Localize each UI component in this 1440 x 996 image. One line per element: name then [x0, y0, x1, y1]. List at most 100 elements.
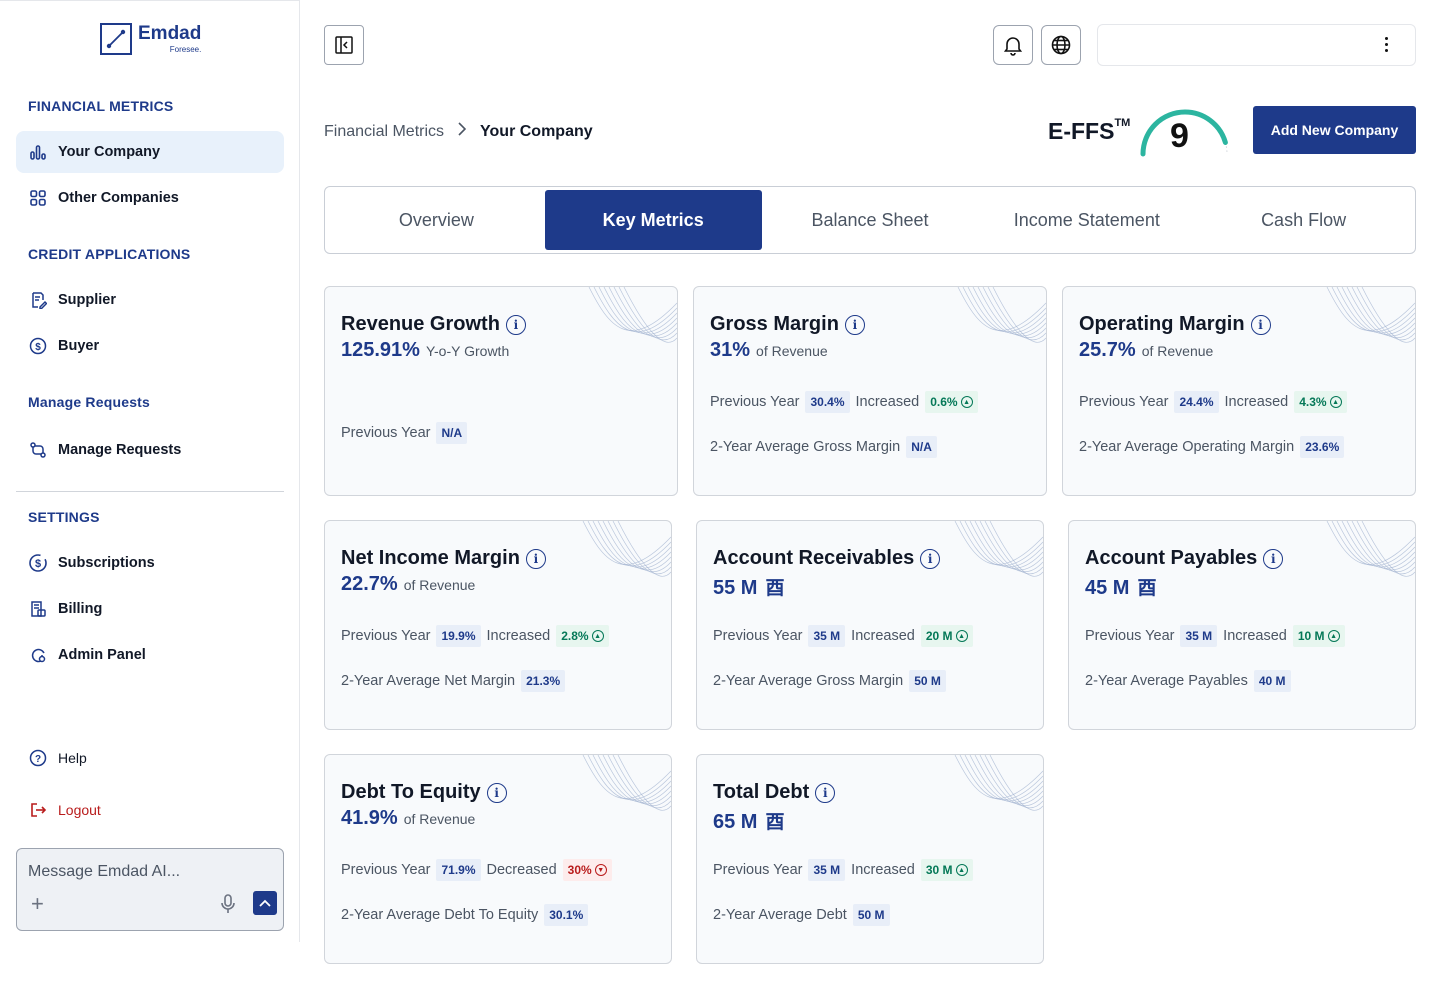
trend-label: Increased	[1224, 394, 1289, 410]
document-edit-icon	[28, 290, 48, 310]
logo-mark-icon	[100, 23, 132, 55]
riyal-icon: ⾣	[765, 578, 785, 599]
decorative-lines	[954, 755, 1043, 811]
info-icon[interactable]: i	[525, 548, 546, 569]
breadcrumb: Financial Metrics Your Company	[324, 122, 593, 141]
trend-label: Increased	[851, 862, 915, 878]
info-icon[interactable]: i	[1263, 548, 1284, 569]
arrow-down-icon: ▼	[594, 864, 607, 876]
sidebar-item-logout[interactable]: Logout	[16, 789, 284, 831]
info-icon[interactable]: i	[1250, 314, 1271, 335]
previous-year-label: Previous Year	[1085, 628, 1175, 644]
average-label: 2-Year Average Net Margin	[341, 673, 516, 689]
sidebar-item-other-companies[interactable]: Other Companies	[16, 177, 284, 219]
previous-year-row: Previous Year 30.4% Increased 0.6% ▲	[710, 391, 978, 413]
previous-year-value: 35 M	[1180, 625, 1218, 647]
info-icon[interactable]: i	[505, 314, 526, 335]
sidebar-item-label: Supplier	[58, 292, 117, 308]
card-title: Account Payables i	[1085, 547, 1284, 570]
metric-value: 31%	[710, 339, 751, 361]
user-menu[interactable]	[1097, 24, 1416, 66]
previous-year-row: Previous Year 35 M Increased 20 M ▲	[713, 625, 973, 647]
sidebar-item-subscriptions[interactable]: $ Subscriptions	[16, 542, 284, 584]
grid-icon	[28, 188, 48, 208]
sidebar-item-supplier[interactable]: Supplier	[16, 279, 284, 321]
sidebar-item-your-company[interactable]: Your Company	[16, 131, 284, 173]
breadcrumb-parent[interactable]: Financial Metrics	[324, 123, 444, 141]
add-new-company-button[interactable]: Add New Company	[1253, 106, 1416, 154]
metric-value: 25.7%	[1079, 339, 1136, 361]
card-title-text: Debt To Equity	[341, 781, 481, 803]
brand-logo[interactable]: Emdad Foresee.	[100, 23, 201, 55]
sidebar-item-buyer[interactable]: $ Buyer	[16, 325, 284, 367]
info-icon[interactable]: i	[486, 782, 507, 803]
card-title-text: Net Income Margin	[341, 547, 520, 569]
plus-icon[interactable]: +	[31, 893, 44, 915]
card-account-payables: Account Payables i 45 M ⾣ Previous Year 35 …	[1068, 520, 1416, 730]
average-value: 50 M	[909, 670, 946, 692]
card-title: Total Debt i	[713, 781, 836, 804]
sidebar-toggle-button[interactable]	[324, 25, 364, 65]
tab-balance-sheet[interactable]: Balance Sheet	[762, 190, 979, 250]
tab-cash-flow[interactable]: Cash Flow	[1195, 190, 1412, 250]
average-value: 30.1%	[544, 904, 589, 926]
sidebar-item-admin-panel[interactable]: Admin Panel	[16, 634, 284, 676]
sidebar-item-label: Subscriptions	[58, 555, 155, 571]
metric-value: 125.91%	[341, 339, 420, 361]
average-value: N/A	[906, 436, 937, 458]
change-badge: 0.6% ▲	[925, 391, 978, 413]
sidebar: Emdad Foresee. FINANCIAL METRICS Your Co…	[0, 0, 300, 942]
card-debt-to-equity: Debt To Equity i 41.9% of Revenue Previous…	[324, 754, 672, 964]
card-value: 45 M ⾣	[1085, 573, 1156, 600]
language-button[interactable]	[1041, 25, 1081, 65]
decorative-lines	[582, 755, 671, 811]
workflow-icon	[28, 440, 48, 460]
sidebar-item-billing[interactable]: Billing	[16, 588, 284, 630]
info-icon[interactable]: i	[815, 782, 836, 803]
sidebar-item-label: Admin Panel	[58, 647, 146, 663]
chat-input[interactable]: Message Emdad AI...	[28, 863, 180, 881]
card-value: 22.7% of Revenue	[341, 573, 475, 596]
svg-text:$: $	[35, 342, 41, 353]
previous-year-row: Previous Year 24.4% Increased 4.3% ▲	[1079, 391, 1347, 413]
brand-tagline: Foresee.	[169, 45, 202, 54]
previous-year-label: Previous Year	[713, 628, 803, 644]
card-title-text: Account Payables	[1085, 547, 1258, 569]
tab-key-metrics[interactable]: Key Metrics	[544, 190, 762, 250]
subscription-icon: $	[28, 553, 48, 573]
info-icon[interactable]: i	[844, 314, 865, 335]
card-title: Debt To Equity i	[341, 781, 507, 804]
svg-text:?: ?	[35, 754, 41, 765]
average-row: 2-Year Average Debt To Equity 30.1%	[341, 904, 589, 926]
notifications-button[interactable]	[993, 25, 1033, 65]
trend-label: Increased	[851, 628, 915, 644]
card-revenue-growth: Revenue Growth i 125.91% Y-o-Y Growth Prev…	[324, 286, 678, 496]
card-title: Account Receivables i	[713, 547, 941, 570]
card-value: 125.91% Y-o-Y Growth	[341, 339, 509, 362]
previous-year-row: Previous Year 71.9% Decreased 30% ▼	[341, 859, 612, 881]
change-value: 20 M	[925, 629, 953, 643]
average-label: 2-Year Average Gross Margin	[713, 673, 904, 689]
arrow-up-icon: ▲	[955, 864, 968, 876]
sidebar-item-label: Your Company	[58, 144, 161, 160]
sidebar-item-help[interactable]: ? Help	[16, 737, 284, 779]
card-title: Net Income Margin i	[341, 547, 546, 570]
sidebar-item-manage-requests[interactable]: Manage Requests	[16, 429, 284, 471]
effs-score: 9	[1170, 117, 1189, 155]
sidebar-item-label: Help	[58, 750, 87, 766]
change-badge: 30% ▼	[562, 859, 612, 881]
invoice-icon	[28, 599, 48, 619]
breadcrumb-current: Your Company	[480, 122, 593, 140]
previous-year-value: 35 M	[808, 859, 846, 881]
more-vertical-icon[interactable]	[1385, 37, 1389, 55]
card-title-text: Total Debt	[713, 781, 810, 803]
arrow-up-icon: ▲	[1329, 396, 1342, 408]
ai-chat-box[interactable]: Message Emdad AI... +	[16, 848, 284, 931]
metric-value: 45 M	[1085, 577, 1130, 599]
tab-income-statement[interactable]: Income Statement	[978, 190, 1195, 250]
decorative-lines	[1326, 287, 1415, 343]
microphone-icon[interactable]	[219, 893, 237, 915]
tab-overview[interactable]: Overview	[328, 190, 545, 250]
send-button[interactable]	[253, 891, 277, 915]
info-icon[interactable]: i	[920, 548, 941, 569]
